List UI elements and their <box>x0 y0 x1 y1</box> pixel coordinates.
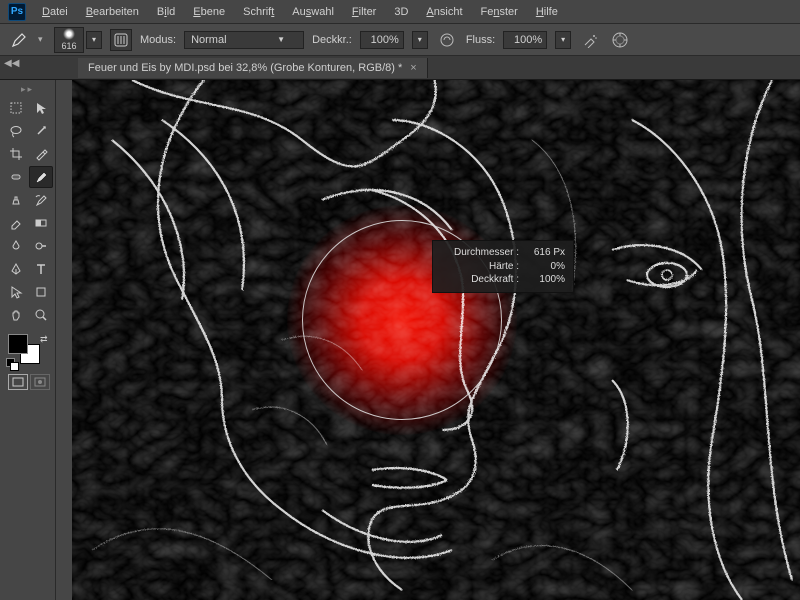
brush-tool[interactable] <box>29 166 53 188</box>
workspace: Durchmesser : 616 Px Härte : 0% Deckkraft … <box>72 80 800 600</box>
hud-opacity-label: Deckkraft : <box>441 273 519 287</box>
expand-handle-icon[interactable]: ◀◀ <box>4 58 19 69</box>
deckkraft-label: Deckkr.: <box>312 34 352 46</box>
document-tab-strip: Feuer und Eis by MDI.psd bei 32,8% (Grob… <box>0 56 800 80</box>
tool-preset-chevron-icon[interactable]: ▾ <box>38 34 46 45</box>
toolbox: ▸▸ ⇄ <box>0 80 56 600</box>
document-tab[interactable]: Feuer und Eis by MDI.psd bei 32,8% (Grob… <box>78 58 428 78</box>
path-select-tool[interactable] <box>4 281 28 303</box>
type-tool[interactable] <box>29 258 53 280</box>
brush-hud: Durchmesser : 616 Px Härte : 0% Deckkraft … <box>432 240 574 293</box>
pressure-size-toggle[interactable] <box>609 29 631 51</box>
pen-tool[interactable] <box>4 258 28 280</box>
brush-panel-toggle[interactable] <box>110 29 132 51</box>
chevron-down-icon: ▼ <box>277 35 285 44</box>
foreground-swatch[interactable] <box>8 334 28 354</box>
brush-preset-picker[interactable]: 616 ▾ <box>54 27 102 53</box>
hud-opacity-value: 100% <box>525 273 565 287</box>
clone-stamp-tool[interactable] <box>4 189 28 211</box>
brush-preview-icon <box>63 28 75 40</box>
close-tab-button[interactable]: × <box>410 62 416 74</box>
shape-tool[interactable] <box>29 281 53 303</box>
history-brush-tool[interactable] <box>29 189 53 211</box>
hud-size-value: 616 Px <box>525 246 565 260</box>
menu-hilfe[interactable]: Hilfe <box>528 3 566 21</box>
fluss-label: Fluss: <box>466 34 495 46</box>
hand-tool[interactable] <box>4 304 28 326</box>
hud-size-label: Durchmesser : <box>441 246 519 260</box>
eraser-tool[interactable] <box>4 212 28 234</box>
default-colors-icon[interactable] <box>6 358 16 368</box>
deckkraft-input[interactable]: 100% <box>360 31 404 49</box>
move-tool[interactable] <box>4 97 28 119</box>
standard-mode-button[interactable] <box>8 374 28 390</box>
color-swatches[interactable]: ⇄ <box>4 334 51 368</box>
modus-label: Modus: <box>140 34 176 46</box>
menu-fenster[interactable]: Fenster <box>473 3 526 21</box>
menu-bar: Ps DDateiatei Bearbeiten Bild Ebene Schr… <box>0 0 800 24</box>
blur-tool[interactable] <box>4 235 28 257</box>
gradient-tool[interactable] <box>29 212 53 234</box>
lasso-tool[interactable] <box>4 120 28 142</box>
menu-schrift[interactable]: Schrift <box>235 3 282 21</box>
dodge-tool[interactable] <box>29 235 53 257</box>
crop-tool[interactable] <box>4 143 28 165</box>
menu-ebene[interactable]: Ebene <box>185 3 233 21</box>
menu-auswahl[interactable]: Auswahl <box>284 3 342 21</box>
menu-bild[interactable]: Bild <box>149 3 183 21</box>
eyedropper-tool[interactable] <box>29 143 53 165</box>
arrow-tool[interactable] <box>29 97 53 119</box>
deckkraft-chevron-icon[interactable]: ▾ <box>412 31 428 49</box>
brush-size-display: 616 <box>61 41 76 51</box>
app-logo: Ps <box>8 3 26 21</box>
swap-colors-icon[interactable]: ⇄ <box>40 334 48 345</box>
magic-wand-tool[interactable] <box>29 120 53 142</box>
hud-hardness-value: 0% <box>525 260 565 274</box>
document-tab-title: Feuer und Eis by MDI.psd bei 32,8% (Grob… <box>88 62 402 74</box>
pressure-opacity-toggle[interactable] <box>436 29 458 51</box>
quickmask-mode-button[interactable] <box>30 374 50 390</box>
menu-bearbeiten[interactable]: Bearbeiten <box>78 3 147 21</box>
options-bar: ▾ 616 ▾ Modus: Normal ▼ Deckkr.: 100% ▾ … <box>0 24 800 56</box>
modus-select[interactable]: Normal ▼ <box>184 31 304 49</box>
zoom-tool[interactable] <box>29 304 53 326</box>
menu-3d[interactable]: 3D <box>386 3 416 21</box>
fluss-input[interactable]: 100% <box>503 31 547 49</box>
hud-hardness-label: Härte : <box>441 260 519 274</box>
menu-ansicht[interactable]: Ansicht <box>418 3 470 21</box>
healing-brush-tool[interactable] <box>4 166 28 188</box>
canvas[interactable]: Durchmesser : 616 Px Härte : 0% Deckkraft … <box>72 80 800 600</box>
fluss-chevron-icon[interactable]: ▾ <box>555 31 571 49</box>
menu-datei[interactable]: DDateiatei <box>34 3 76 21</box>
menu-filter[interactable]: Filter <box>344 3 384 21</box>
airbrush-toggle[interactable] <box>579 29 601 51</box>
modus-value: Normal <box>191 34 226 46</box>
brush-preset-chevron-icon[interactable]: ▾ <box>86 31 102 49</box>
toolbox-drag-handle[interactable]: ▸▸ <box>4 84 51 95</box>
active-tool-icon[interactable] <box>8 29 30 51</box>
